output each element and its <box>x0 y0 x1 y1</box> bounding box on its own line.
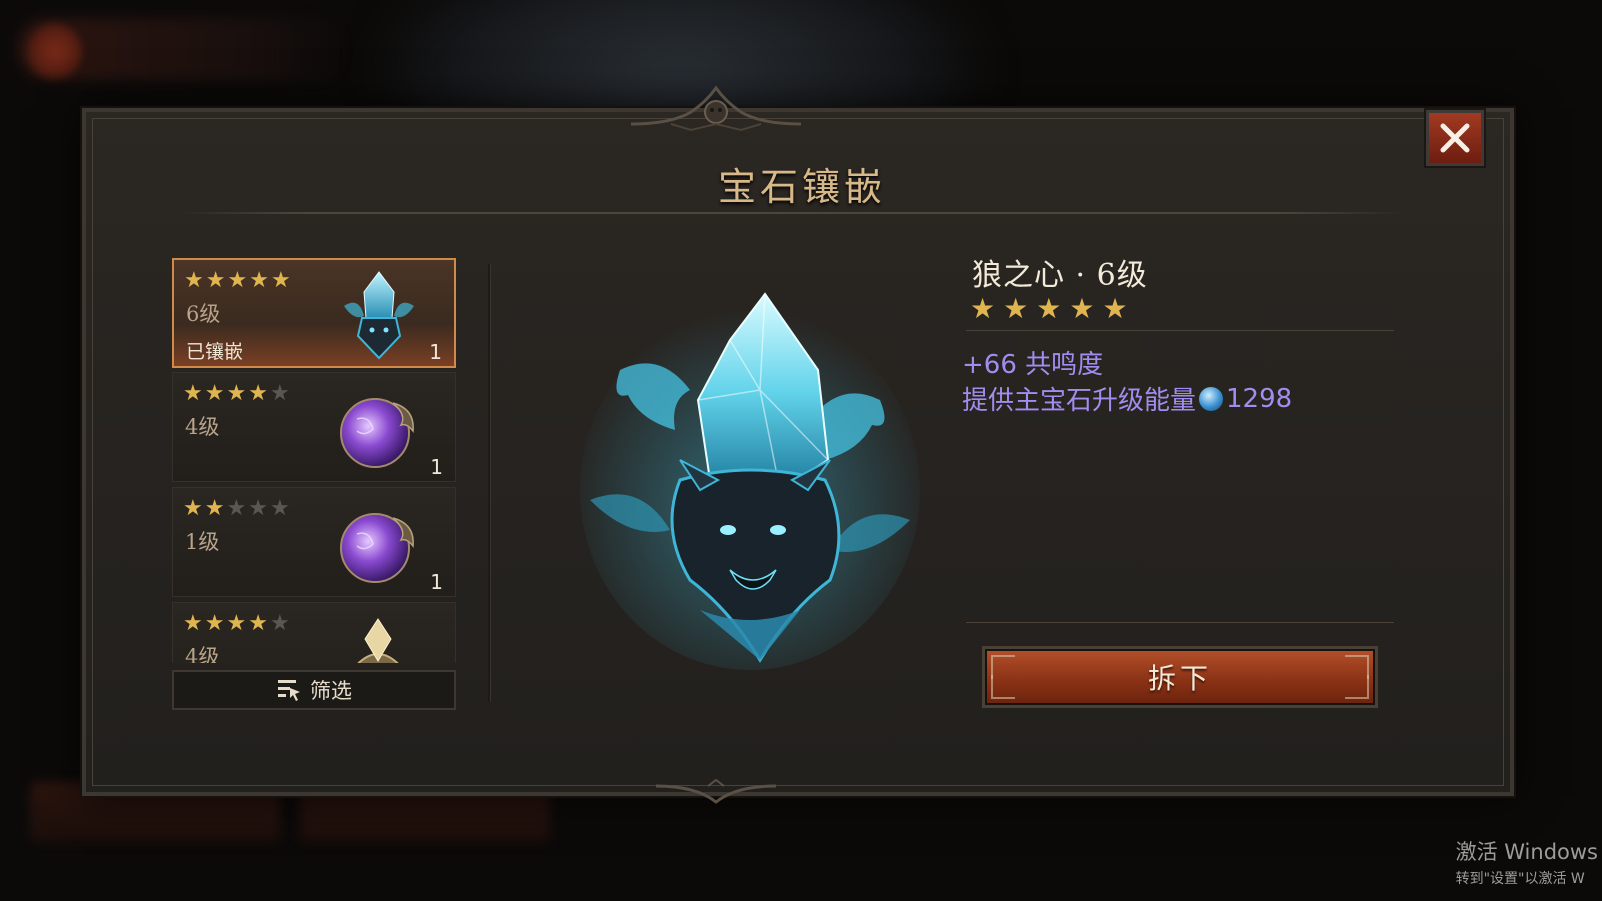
gem-detail-stars: ★★★★★ <box>970 292 1136 325</box>
star-filled-icon: ★ <box>1069 292 1103 325</box>
filter-button-label: 筛选 <box>310 679 352 703</box>
close-button[interactable] <box>1426 110 1484 166</box>
gem-level: 6级 <box>186 302 221 326</box>
wolf-heart-gem-icon <box>580 292 920 670</box>
gem-list-item[interactable]: ★★★★★ 4级 1 <box>172 372 456 482</box>
star-filled-icon: ★ <box>270 268 293 293</box>
watermark-line2: 转到"设置"以激活 W <box>1455 871 1585 887</box>
button-corner-ornament <box>991 675 1015 699</box>
energy-stat-value: 1298 <box>1226 383 1293 414</box>
background-header-icon <box>28 24 82 78</box>
gem-level: 1级 <box>185 530 220 554</box>
star-rating: ★★★★★ <box>183 381 292 406</box>
detail-divider <box>966 330 1394 331</box>
star-empty-icon: ★ <box>248 496 270 521</box>
windows-activation-watermark: 激活 Windows 转到"设置"以激活 W <box>1456 836 1598 888</box>
energy-orb-icon <box>1199 386 1224 411</box>
star-filled-icon: ★ <box>183 496 205 521</box>
star-filled-icon: ★ <box>248 611 270 636</box>
star-filled-icon: ★ <box>183 611 205 636</box>
remove-gem-button[interactable]: 拆下 <box>982 646 1378 708</box>
star-filled-icon: ★ <box>184 268 206 293</box>
star-filled-icon: ★ <box>1036 292 1070 325</box>
star-filled-icon: ★ <box>227 268 250 293</box>
gem-list-item[interactable]: ★★★★★ 4级 <box>172 602 456 663</box>
star-filled-icon: ★ <box>226 381 249 406</box>
top-ornament-icon <box>631 85 801 132</box>
wolf-crystal-gem-icon <box>344 271 414 360</box>
filter-icon <box>278 680 300 701</box>
star-empty-icon: ★ <box>226 496 249 521</box>
gem-level: 4级 <box>185 415 220 439</box>
star-filled-icon: ★ <box>183 381 205 406</box>
star-rating: ★★★★★ <box>184 268 293 293</box>
star-rating: ★★★★★ <box>183 611 292 636</box>
close-icon <box>1440 123 1470 153</box>
remove-button-label: 拆下 <box>1147 662 1212 695</box>
gem-status: 已镶嵌 <box>186 341 244 363</box>
gem-count: 1 <box>430 570 443 594</box>
gem-count: 1 <box>430 455 443 479</box>
star-filled-icon: ★ <box>1102 292 1136 325</box>
gem-list[interactable]: ★★★★★ 6级 已镶嵌 1 ★★★★★ 4级 1 ★★★★★ 1级 1 ★★★… <box>172 258 458 663</box>
watermark-line1: 激活 Windows <box>1455 840 1598 864</box>
bottom-ornament-icon <box>656 778 776 804</box>
purple-orb-gem-icon <box>340 513 414 583</box>
title-divider <box>178 212 1404 214</box>
gem-level: 4级 <box>185 645 220 663</box>
gem-count: 1 <box>429 340 442 364</box>
star-filled-icon: ★ <box>204 381 227 406</box>
star-rating: ★★★★★ <box>183 496 292 521</box>
resonance-stat: +66 共鸣度 <box>962 350 1104 380</box>
energy-stat: 提供主宝石升级能量 1298 <box>962 380 1292 417</box>
star-filled-icon: ★ <box>248 381 270 406</box>
list-divider <box>488 264 490 702</box>
star-filled-icon: ★ <box>226 611 249 636</box>
star-empty-icon: ★ <box>269 496 292 521</box>
star-filled-icon: ★ <box>970 292 1004 325</box>
filter-button[interactable]: 筛选 <box>172 670 456 710</box>
gold-gem-icon <box>357 618 399 663</box>
energy-stat-label: 提供主宝石升级能量 <box>962 386 1197 416</box>
star-filled-icon: ★ <box>204 496 227 521</box>
star-empty-icon: ★ <box>269 381 292 406</box>
star-filled-icon: ★ <box>1003 292 1037 325</box>
star-filled-icon: ★ <box>205 268 228 293</box>
gem-list-item[interactable]: ★★★★★ 1级 1 <box>172 487 456 597</box>
star-filled-icon: ★ <box>204 611 227 636</box>
button-corner-ornament <box>1345 675 1369 699</box>
star-filled-icon: ★ <box>249 268 271 293</box>
detail-bottom-divider <box>966 622 1394 623</box>
star-empty-icon: ★ <box>269 611 292 636</box>
dialog-title: 宝石镶嵌 <box>717 165 886 209</box>
purple-orb-gem-icon <box>340 398 414 468</box>
gem-list-item[interactable]: ★★★★★ 6级 已镶嵌 1 <box>172 258 456 368</box>
gem-name: 狼之心 · 6级 <box>972 258 1148 293</box>
